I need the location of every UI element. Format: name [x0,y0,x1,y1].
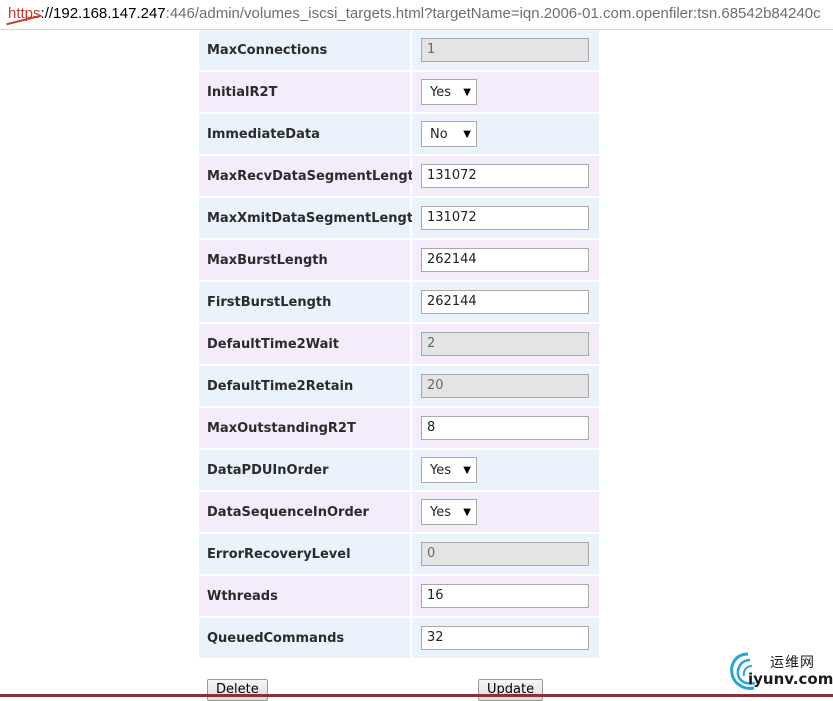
setting-row: FirstBurstLength 262144 [199,282,599,324]
setting-label: DefaultTime2Wait [199,324,412,364]
data-pdu-in-order-select[interactable]: Yes ▼ [421,457,477,483]
max-burst-length-input[interactable]: 262144 [421,248,589,272]
wthreads-input[interactable]: 16 [421,584,589,608]
url-host: ://192.168.147.247 [40,5,166,22]
setting-row: MaxRecvDataSegmentLength 131072 [199,156,599,198]
setting-label: MaxRecvDataSegmentLength [199,156,423,196]
setting-label: MaxOutstandingR2T [199,408,412,448]
dropdown-arrow-icon: ▼ [463,86,471,98]
setting-row: DefaultTime2Retain 20 [199,366,599,408]
default-time2wait-input[interactable]: 2 [421,332,589,356]
setting-label: ImmediateData [199,114,412,154]
url-path: :446/admin/volumes_iscsi_targets.html?ta… [165,5,821,22]
immediate-data-select[interactable]: No ▼ [421,121,477,147]
setting-row: ImmediateData No ▼ [199,114,599,156]
setting-label: FirstBurstLength [199,282,412,322]
setting-row: MaxOutstandingR2T 8 [199,408,599,450]
setting-label: MaxXmitDataSegmentLength [199,198,422,238]
setting-row: DataSequenceInOrder Yes ▼ [199,492,599,534]
first-burst-length-input[interactable]: 262144 [421,290,589,314]
setting-label: DataSequenceInOrder [199,492,412,532]
max-outstanding-r2t-input[interactable]: 8 [421,416,589,440]
dropdown-arrow-icon: ▼ [463,464,471,476]
setting-row: MaxConnections 1 [199,30,599,72]
delete-button[interactable]: Delete [207,679,268,701]
setting-row: Wthreads 16 [199,576,599,618]
data-sequence-in-order-select[interactable]: Yes ▼ [421,499,477,525]
default-time2retain-input[interactable]: 20 [421,374,589,398]
setting-row: ErrorRecoveryLevel 0 [199,534,599,576]
watermark-logo: 运维网 iyunv.com [728,648,833,694]
setting-row: MaxXmitDataSegmentLength 131072 [199,198,599,240]
setting-row: MaxBurstLength 262144 [199,240,599,282]
setting-label: ErrorRecoveryLevel [199,534,412,574]
setting-row: QueuedCommands 32 [199,618,599,660]
setting-label: MaxBurstLength [199,240,412,280]
update-button[interactable]: Update [478,679,544,701]
select-value: No [430,126,448,142]
max-xmit-data-segment-length-input[interactable]: 131072 [421,206,589,230]
max-connections-input[interactable]: 1 [421,38,589,62]
setting-label: Wthreads [199,576,412,616]
max-recv-data-segment-length-input[interactable]: 131072 [421,164,589,188]
setting-label: InitialR2T [199,72,412,112]
setting-label: DefaultTime2Retain [199,366,412,406]
initial-r2t-select[interactable]: Yes ▼ [421,79,477,105]
setting-row: DefaultTime2Wait 2 [199,324,599,366]
watermark-domain-text: iyunv.com [748,670,833,688]
address-bar[interactable]: https://192.168.147.247:446/admin/volume… [0,0,833,30]
watermark-chinese-text: 运维网 [770,655,815,671]
select-value: Yes [430,504,451,520]
setting-row: InitialR2T Yes ▼ [199,72,599,114]
setting-label: MaxConnections [199,30,412,70]
error-recovery-level-input[interactable]: 0 [421,542,589,566]
setting-label: DataPDUInOrder [199,450,412,490]
setting-row: DataPDUInOrder Yes ▼ [199,450,599,492]
url-scheme: https [8,5,41,22]
setting-label: QueuedCommands [199,618,412,658]
select-value: Yes [430,84,451,100]
select-value: Yes [430,462,451,478]
target-settings-form: MaxConnections 1 InitialR2T Yes ▼ Immedi… [199,30,599,660]
queued-commands-input[interactable]: 32 [421,626,589,650]
dropdown-arrow-icon: ▼ [463,128,471,140]
dropdown-arrow-icon: ▼ [463,506,471,518]
